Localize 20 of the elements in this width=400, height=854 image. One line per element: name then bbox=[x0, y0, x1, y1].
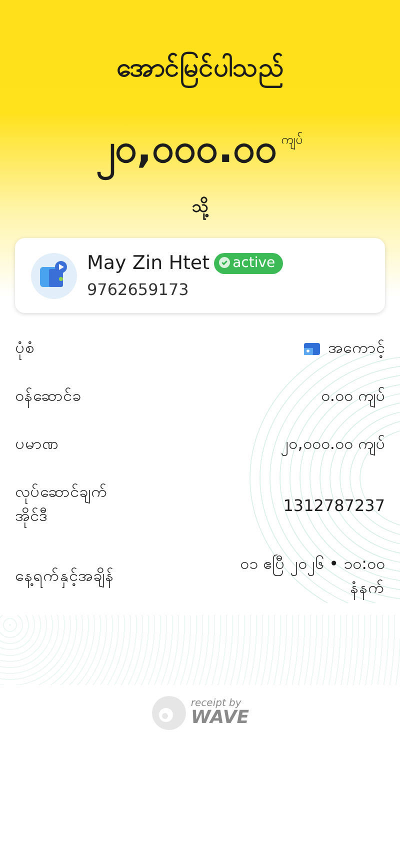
detail-label: နေ့ရက်နှင့်အချိန် bbox=[15, 565, 114, 589]
wallet-icon bbox=[31, 252, 77, 298]
detail-value: ၀.၀၀ ကျပ် bbox=[320, 385, 385, 409]
currency-label: ကျပ် bbox=[281, 131, 304, 150]
detail-value: အကောင့် bbox=[328, 337, 385, 360]
amount-text: ၂၀,၀၀၀.၀၀ bbox=[96, 117, 278, 181]
success-title: အောင်မြင်ပါသည် bbox=[116, 50, 284, 89]
detail-label: လုပ်ဆောင်ချက် အိုင်ဒီ bbox=[15, 481, 133, 529]
status-badge: active bbox=[214, 252, 284, 274]
detail-label: ပုံစံ bbox=[15, 337, 35, 361]
wallet-icon bbox=[304, 342, 320, 356]
detail-label: ဝန်ဆောင်ခ bbox=[15, 385, 81, 409]
brand-logo: receipt by WAVE bbox=[145, 695, 255, 731]
detail-label: ပမာဏ bbox=[15, 433, 59, 455]
phone-number: 9762659173 bbox=[87, 280, 190, 299]
detail-value: ၀၁ ဧပြီ ၂၀၂၆ • ၁၀:၀၀ နံနက် bbox=[200, 553, 385, 601]
detail-value: 1312787237 bbox=[283, 496, 385, 514]
detail-value: ၂၀,၀၀၀.၀၀ ကျပ် bbox=[280, 433, 385, 457]
recipient-name: May Zin Htet bbox=[87, 252, 210, 274]
to-label: သို့ bbox=[192, 195, 208, 220]
